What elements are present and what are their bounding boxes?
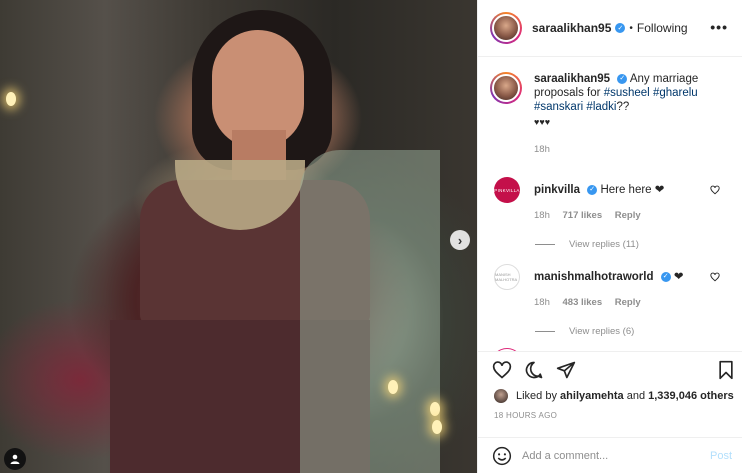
commenter-username[interactable]: manishmalhotraworld [534, 271, 654, 283]
lamp-light [6, 92, 16, 106]
carousel-next-button[interactable]: › [450, 230, 470, 250]
verified-badge-icon: ✓ [617, 73, 628, 84]
separator-dot: • [629, 22, 633, 34]
likes-count[interactable]: 1,339,046 others [648, 390, 734, 402]
comment-text: ❤ [673, 271, 684, 283]
liked-by-username[interactable]: ahilyamehta [560, 390, 624, 402]
share-direct-icon[interactable] [556, 360, 576, 380]
commenter-username[interactable]: pinkvilla [534, 184, 580, 196]
caption-suffix: ?? [616, 101, 630, 113]
view-replies-label: View replies (6) [569, 326, 635, 337]
comment-likes[interactable]: 717 likes [563, 210, 603, 221]
author-avatar[interactable] [490, 12, 522, 44]
image-subject-dupatta [300, 150, 440, 473]
more-options-icon[interactable]: ••• [710, 19, 728, 35]
commenter-avatar[interactable]: MANISH MALHOTRA [494, 264, 520, 290]
verified-badge-icon: ✓ [587, 184, 598, 195]
comment-item: PINKVILLA pinkvilla ✓ Here here ❤ 18h 71… [478, 177, 742, 223]
post-sidebar: saraalikhan95 ✓ • Following ••• saraalik… [477, 0, 742, 473]
post-caption: saraalikhan95 ✓ Any marriage proposals f… [478, 57, 742, 157]
like-heart-icon[interactable] [492, 360, 512, 380]
comment-time[interactable]: 18h [534, 210, 550, 221]
verified-badge-icon: ✓ [660, 271, 671, 282]
author-username[interactable]: saraalikhan95 [532, 21, 611, 35]
verified-badge-icon: ✓ [615, 23, 626, 33]
post-actions-bar [478, 351, 742, 383]
comment-item: MANISH MALHOTRA manishmalhotraworld ✓ ❤ … [478, 264, 742, 310]
emoji-icon[interactable] [492, 446, 512, 466]
liked-by-and: and [626, 390, 646, 402]
comment-bubble-icon[interactable] [524, 360, 544, 380]
user-icon [10, 454, 20, 464]
caption-emoji: ♥♥♥ [534, 117, 551, 127]
view-replies-button[interactable]: View replies (6) [535, 326, 742, 337]
post-header: saraalikhan95 ✓ • Following ••• [478, 0, 742, 57]
hashtag-link[interactable]: #susheel [604, 87, 650, 99]
lamp-light [430, 402, 440, 416]
liked-by-prefix: Liked by [516, 390, 557, 402]
add-comment-bar: Add a comment... Post [478, 437, 742, 473]
following-button[interactable]: Following [637, 21, 688, 35]
caption-username[interactable]: saraalikhan95 [534, 73, 610, 85]
hashtag-link[interactable]: #gharelu [653, 87, 698, 99]
view-replies-label: View replies (11) [569, 239, 639, 250]
reply-button[interactable]: Reply [615, 210, 641, 221]
like-comment-heart-icon[interactable] [710, 185, 720, 195]
save-bookmark-icon[interactable] [716, 360, 736, 380]
post-timestamp[interactable]: 18 HOURS AGO [478, 411, 742, 427]
like-comment-heart-icon[interactable] [710, 272, 720, 282]
caption-author-avatar[interactable] [490, 72, 522, 104]
view-replies-button[interactable]: View replies (11) [535, 239, 742, 250]
hashtag-link[interactable]: #ladki [586, 101, 616, 113]
hashtag-link[interactable]: #sanskari [534, 101, 583, 113]
liker-avatar[interactable] [494, 389, 508, 403]
commenter-avatar[interactable]: PINKVILLA [494, 177, 520, 203]
lamp-light [432, 420, 442, 434]
comment-time[interactable]: 18h [534, 297, 550, 308]
comment-input[interactable]: Add a comment... [522, 450, 710, 462]
reply-button[interactable]: Reply [615, 297, 641, 308]
comment-text: Here here ❤ [600, 184, 665, 196]
comment-likes[interactable]: 483 likes [563, 297, 603, 308]
post-image[interactable] [0, 0, 477, 473]
likes-summary[interactable]: Liked by ahilyamehta and 1,339,046 other… [478, 383, 742, 409]
caption-time[interactable]: 18h [534, 143, 719, 157]
tagged-users-button[interactable] [4, 448, 26, 470]
post-comment-button[interactable]: Post [710, 450, 732, 462]
lamp-light [388, 380, 398, 394]
comments-list[interactable]: saraalikhan95 ✓ Any marriage proposals f… [478, 57, 742, 351]
